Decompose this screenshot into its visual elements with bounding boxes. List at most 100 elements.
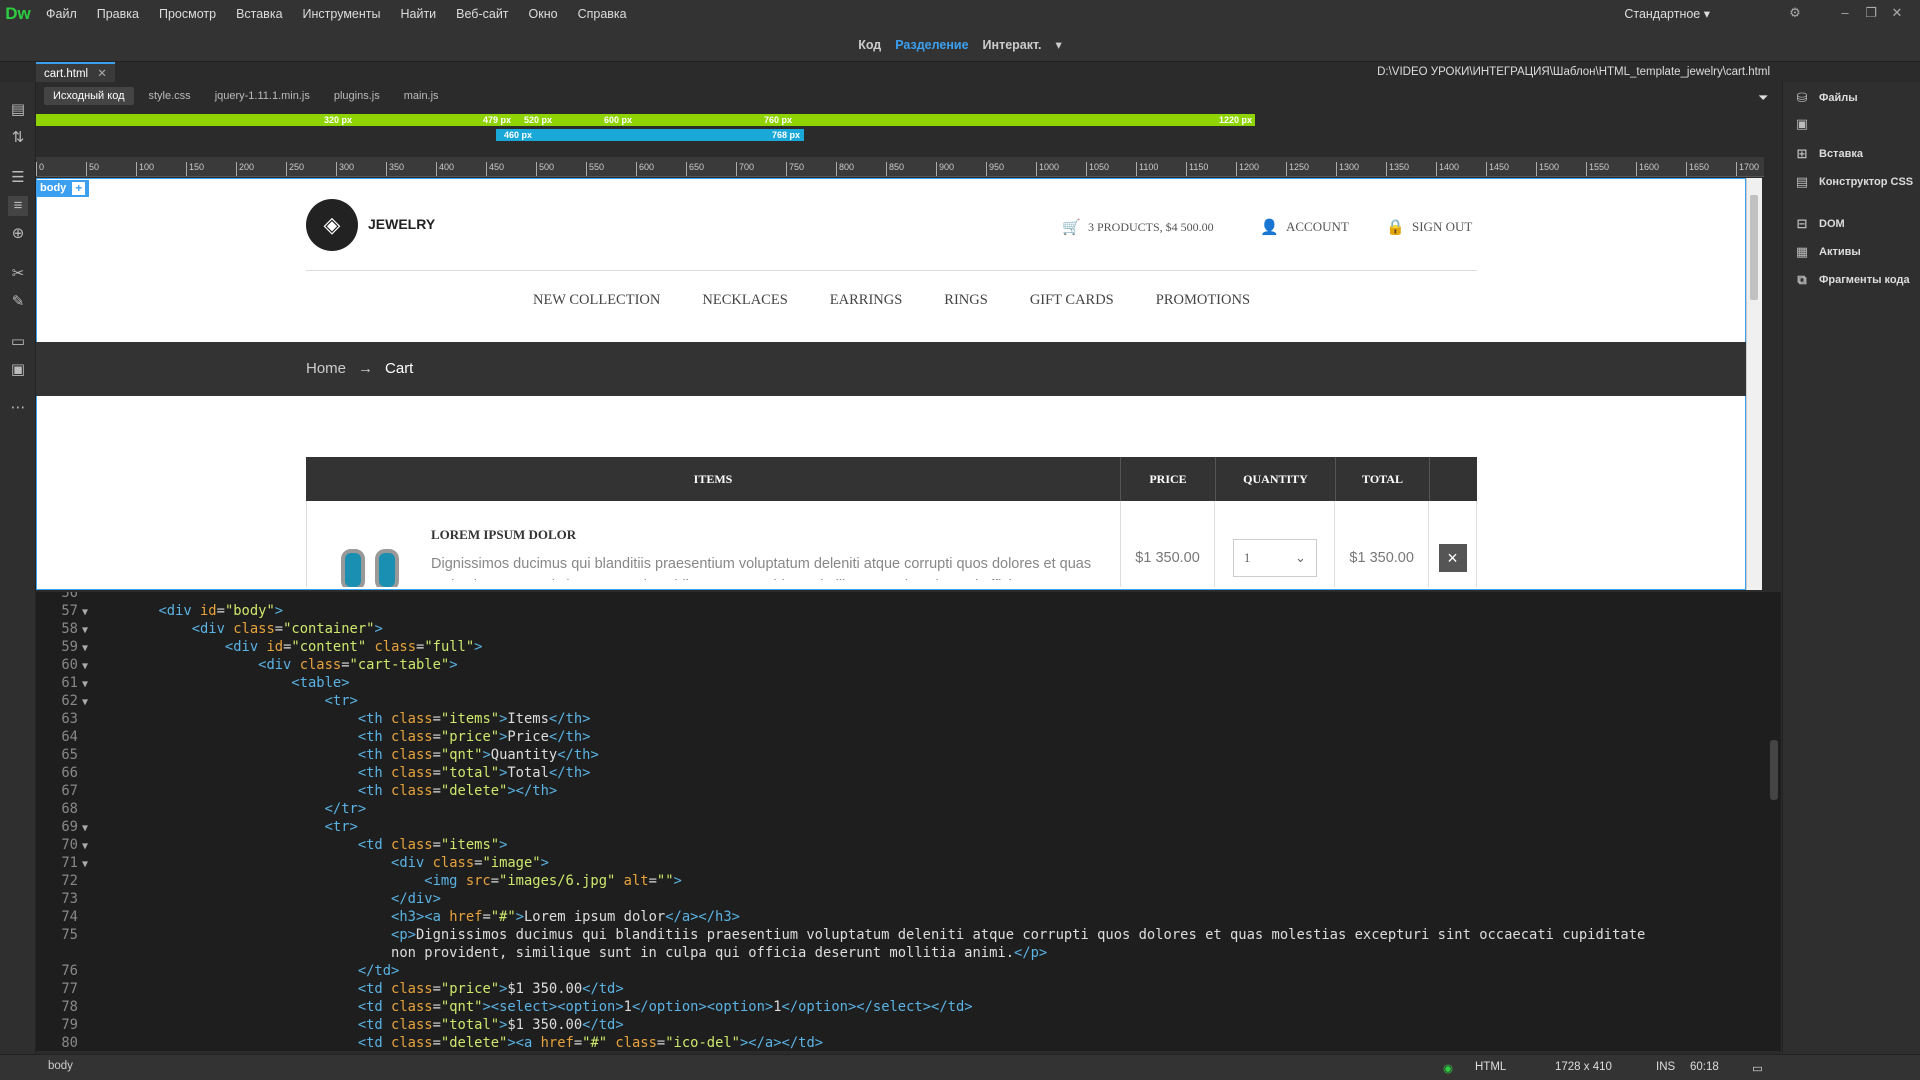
code-line[interactable]: 70 ▼ <td class="items"> bbox=[36, 836, 507, 854]
tools-icon[interactable]: ✂ bbox=[8, 264, 28, 284]
nav-item[interactable]: GIFT CARDS bbox=[1030, 292, 1114, 309]
design-scroll-thumb[interactable] bbox=[1750, 195, 1758, 300]
mq-1220[interactable]: 1220 px bbox=[1176, 114, 1256, 126]
nav-item[interactable]: PROMOTIONS bbox=[1156, 292, 1250, 309]
mq-320[interactable]: 320 px bbox=[266, 114, 356, 126]
view-live-button[interactable]: Интеракт. bbox=[983, 38, 1042, 52]
code-line[interactable]: 69 ▼ <tr> bbox=[36, 818, 357, 836]
image-icon[interactable]: ▣ bbox=[8, 360, 28, 380]
mq-768[interactable]: 768 px bbox=[736, 129, 804, 141]
filter-icon[interactable]: ⏷ bbox=[1758, 90, 1768, 106]
code-line[interactable]: 66 <th class="total">Total</th> bbox=[36, 764, 590, 782]
code-line[interactable]: 73 </div> bbox=[36, 890, 441, 908]
tab-cart-html[interactable]: cart.html ✕ bbox=[36, 62, 115, 82]
properties-icon[interactable]: ☰ bbox=[8, 168, 28, 188]
related-file[interactable]: style.css bbox=[140, 87, 200, 105]
workspace-switcher[interactable]: Стандартное ▾ bbox=[1624, 0, 1710, 28]
add-icon[interactable]: + bbox=[72, 182, 86, 195]
close-icon[interactable]: ✕ bbox=[1888, 4, 1906, 22]
product-title[interactable]: LOREM IPSUM DOLOR bbox=[431, 527, 1106, 543]
menu-item[interactable]: Файл bbox=[36, 0, 87, 28]
code-line[interactable]: 72 <img src="images/6.jpg" alt=""> bbox=[36, 872, 681, 890]
earrings-image[interactable] bbox=[321, 521, 421, 587]
code-line[interactable]: 71 ▼ <div class="image"> bbox=[36, 854, 549, 872]
menu-item[interactable]: Правка bbox=[87, 0, 149, 28]
minimize-icon[interactable]: – bbox=[1836, 4, 1854, 22]
panel-css-designer[interactable]: ▤ Конструктор CSS bbox=[1793, 174, 1913, 190]
file-icon[interactable]: ▤ bbox=[8, 100, 28, 120]
chevron-down-icon[interactable]: ▾ bbox=[1056, 37, 1062, 52]
settings-icon[interactable]: ⚙ bbox=[1786, 4, 1804, 22]
view-split-button[interactable]: Разделение bbox=[895, 38, 968, 52]
code-line[interactable]: non provident, similique sunt in culpa q… bbox=[36, 944, 1047, 962]
restore-icon[interactable]: ❐ bbox=[1862, 4, 1880, 22]
code-line[interactable]: 57 ▼ <div id="body"> bbox=[36, 602, 283, 620]
code-line[interactable]: 78 <td class="qnt"><select><option>1</op… bbox=[36, 998, 972, 1016]
panel-assets-top[interactable]: ▣ bbox=[1793, 116, 1811, 132]
code-line[interactable]: 63 <th class="items">Items</th> bbox=[36, 710, 590, 728]
comment-icon[interactable]: ▭ bbox=[8, 332, 28, 352]
diamond-logo-icon[interactable]: ◈ bbox=[306, 199, 358, 251]
code-line[interactable]: 68 </tr> bbox=[36, 800, 366, 818]
menu-item[interactable]: Инструменты bbox=[293, 0, 391, 28]
mq-600[interactable]: 600 px bbox=[576, 114, 636, 126]
nav-item[interactable]: NEW COLLECTION bbox=[533, 292, 660, 309]
body-tag-label[interactable]: body + bbox=[36, 180, 90, 197]
preview-icon[interactable]: ▭ bbox=[1752, 1061, 1763, 1075]
panel-insert[interactable]: ⊞ Вставка bbox=[1793, 146, 1863, 162]
code-line[interactable]: 74 <h3><a href="#">Lorem ipsum dolor</a>… bbox=[36, 908, 740, 926]
more-icon[interactable]: ⋯ bbox=[8, 398, 28, 418]
code-line[interactable]: 79 <td class="total">$1 350.00</td> bbox=[36, 1016, 623, 1034]
target-icon[interactable]: ⊕ bbox=[8, 224, 28, 244]
related-file[interactable]: Исходный код bbox=[44, 87, 134, 105]
related-file[interactable]: jquery-1.11.1.min.js bbox=[206, 87, 319, 105]
breadcrumb-home[interactable]: Home bbox=[306, 360, 346, 377]
related-file[interactable]: main.js bbox=[395, 87, 448, 105]
tag-selector[interactable]: body bbox=[48, 1060, 73, 1072]
code-line[interactable]: 56 bbox=[36, 592, 92, 602]
code-line[interactable]: 58 ▼ <div class="container"> bbox=[36, 620, 382, 638]
code-line[interactable]: 59 ▼ <div id="content" class="full"> bbox=[36, 638, 482, 656]
nav-item[interactable]: RINGS bbox=[944, 292, 988, 309]
menu-item[interactable]: Веб-сайт bbox=[446, 0, 518, 28]
panel-snippets[interactable]: ⧉ Фрагменты кода bbox=[1793, 272, 1909, 288]
view-code-button[interactable]: Код bbox=[858, 38, 881, 52]
delete-button[interactable]: × bbox=[1438, 543, 1467, 572]
code-line[interactable]: 61 ▼ <table> bbox=[36, 674, 349, 692]
mq-479[interactable]: 479 px bbox=[436, 114, 515, 126]
language-select[interactable]: HTML bbox=[1475, 1061, 1506, 1073]
nav-item[interactable]: EARRINGS bbox=[830, 292, 903, 309]
outline-icon[interactable]: ≡ bbox=[8, 196, 28, 216]
code-line[interactable]: 60 ▼ <div class="cart-table"> bbox=[36, 656, 457, 674]
window-size-select[interactable]: 1728 x 410 bbox=[1555, 1061, 1612, 1073]
code-line[interactable]: 62 ▼ <tr> bbox=[36, 692, 357, 710]
quantity-select[interactable]: 1 ⌄ bbox=[1232, 538, 1317, 577]
code-line[interactable]: 67 <th class="delete"></th> bbox=[36, 782, 557, 800]
panel-assets[interactable]: ▦ Активы bbox=[1793, 244, 1861, 260]
signout-link[interactable]: 🔒 SIGN OUT bbox=[1386, 218, 1472, 236]
menu-item[interactable]: Найти bbox=[390, 0, 446, 28]
cart-info[interactable]: 🛒 3 PRODUCTS, $4 500.00 bbox=[1062, 218, 1214, 237]
code-scroll-thumb[interactable] bbox=[1770, 740, 1778, 800]
code-line[interactable]: 75 <p>Dignissimos ducimus qui blanditiis… bbox=[36, 926, 1645, 944]
menu-item[interactable]: Окно bbox=[519, 0, 568, 28]
code-line[interactable]: 65 <th class="qnt">Quantity</th> bbox=[36, 746, 598, 764]
mq-760[interactable]: 760 px bbox=[736, 114, 796, 126]
code-line[interactable]: 76 </td> bbox=[36, 962, 399, 980]
mq-520[interactable]: 520 px bbox=[515, 114, 556, 126]
nav-item[interactable]: NECKLACES bbox=[702, 292, 787, 309]
sort-icon[interactable]: ⇅ bbox=[8, 128, 28, 148]
panel-files[interactable]: ⛁ Файлы bbox=[1793, 90, 1858, 106]
menu-item[interactable]: Вставка bbox=[226, 0, 292, 28]
code-view[interactable]: 56 57 ▼ <div id="body"> 58 ▼ <div class="con… bbox=[36, 592, 1781, 1051]
panel-dom[interactable]: ⊟ DOM bbox=[1793, 216, 1845, 232]
code-line[interactable]: 64 <th class="price">Price</th> bbox=[36, 728, 590, 746]
menu-item[interactable]: Справка bbox=[568, 0, 637, 28]
mq-460[interactable]: 460 px bbox=[496, 129, 536, 141]
site-logo-text[interactable]: JEWELRY bbox=[368, 216, 435, 232]
account-link[interactable]: 👤 ACCOUNT bbox=[1260, 218, 1349, 236]
related-file[interactable]: plugins.js bbox=[325, 87, 389, 105]
brush-icon[interactable]: ✎ bbox=[8, 292, 28, 312]
close-tab-icon[interactable]: ✕ bbox=[97, 68, 107, 80]
code-line[interactable]: 80 <td class="delete"><a href="#" class=… bbox=[36, 1034, 823, 1051]
